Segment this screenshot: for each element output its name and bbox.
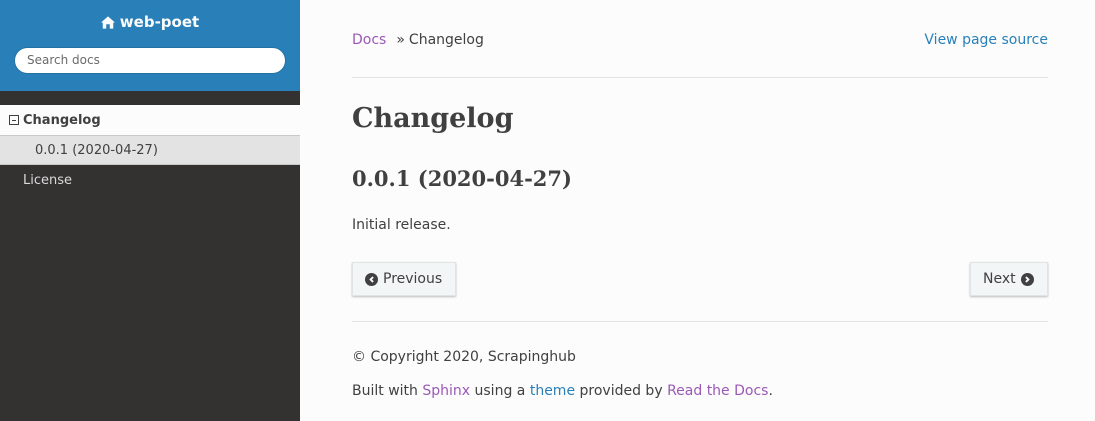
next-label: Next <box>983 271 1016 287</box>
main-content: Docs » Changelog View page source Change… <box>300 0 1095 421</box>
built-with-label: Built with <box>352 383 418 399</box>
arrow-right-circle-icon <box>1020 272 1034 286</box>
breadcrumb-docs-link[interactable]: Docs <box>352 32 386 48</box>
collapse-icon[interactable] <box>9 115 19 125</box>
using-a-text: using a <box>474 383 526 399</box>
home-icon <box>100 15 115 29</box>
built-with-text: Built with Sphinx using a theme provided… <box>352 383 773 399</box>
nav-item-label: Changelog <box>23 112 101 128</box>
divider <box>352 77 1048 78</box>
sidebar-header: web-poet <box>0 0 300 91</box>
view-source-link[interactable]: View page source <box>924 32 1048 48</box>
sphinx-link[interactable]: Sphinx <box>422 383 470 399</box>
nav-menu: Changelog 0.0.1 (2020-04-27) License <box>0 105 300 195</box>
provided-by-text: provided by <box>579 383 663 399</box>
nav-item-0-0-1[interactable]: 0.0.1 (2020-04-27) <box>0 135 300 165</box>
next-button[interactable]: Next <box>970 262 1048 296</box>
nav-item-license[interactable]: License <box>0 165 300 195</box>
period-text: . <box>768 383 773 399</box>
copyright-text: © Copyright 2020, Scrapinghub <box>352 349 576 365</box>
section-paragraph: Initial release. <box>352 217 451 233</box>
sidebar: web-poet Changelog 0.0.1 (2020-04-27) Li… <box>0 0 300 421</box>
page-title: Changelog <box>352 103 514 134</box>
divider <box>352 321 1048 322</box>
brand-link[interactable]: web-poet <box>100 13 200 31</box>
nav-item-changelog[interactable]: Changelog <box>0 105 300 135</box>
previous-button[interactable]: Previous <box>352 262 456 296</box>
theme-link[interactable]: theme <box>530 383 575 399</box>
brand-name: web-poet <box>119 13 200 31</box>
breadcrumb-separator: » <box>396 32 405 48</box>
search-input[interactable] <box>14 46 286 74</box>
previous-label: Previous <box>383 271 443 287</box>
arrow-left-circle-icon <box>365 272 378 286</box>
breadcrumb: Docs » Changelog View page source <box>352 30 1048 50</box>
breadcrumb-current: Changelog <box>408 32 484 48</box>
section-heading: 0.0.1 (2020-04-27) <box>352 166 572 191</box>
read-the-docs-link[interactable]: Read the Docs <box>667 383 768 399</box>
